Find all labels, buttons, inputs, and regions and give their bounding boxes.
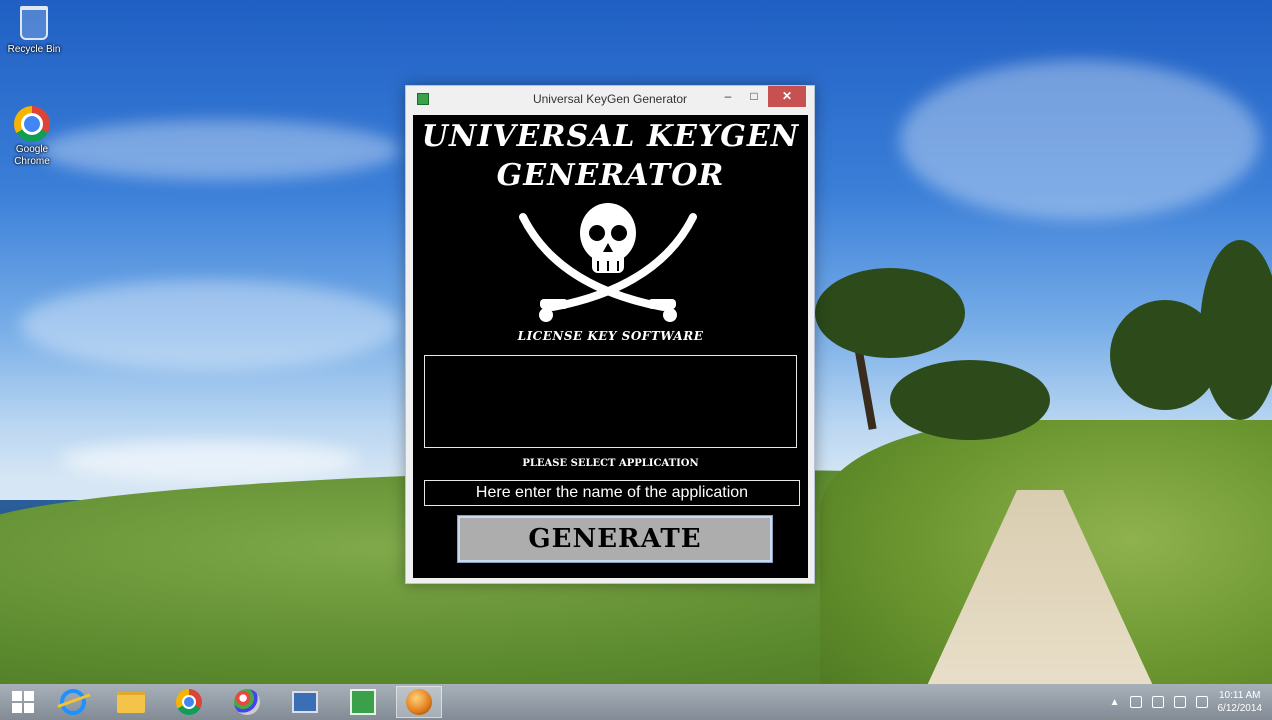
green-app-icon <box>350 689 376 715</box>
app-title-line1: UNIVERSAL KEYGEN <box>421 119 800 154</box>
desktop-icon-label: Google Chrome <box>14 144 50 167</box>
volume-icon[interactable] <box>1195 696 1208 708</box>
desktop-icon-chrome[interactable]: Google Chrome <box>0 106 64 168</box>
select-application-label: PLEASE SELECT APPLICATION <box>522 458 699 469</box>
app-title-line2: GENERATOR <box>496 158 725 193</box>
internet-explorer-icon <box>60 689 86 715</box>
cloud <box>900 60 1260 220</box>
desktop-icon-recycle-bin[interactable]: Recycle Bin <box>2 6 66 56</box>
system-tray: ▲ 10:11 AM 6/12/2014 <box>1110 686 1262 718</box>
chrome-icon <box>176 689 202 715</box>
taskbar: ▲ 10:11 AM 6/12/2014 <box>0 684 1272 720</box>
chrome-icon <box>14 106 50 142</box>
network-icon <box>292 691 318 713</box>
application-name-input[interactable] <box>424 480 800 506</box>
keygen-window: Universal KeyGen Generator – □ ✕ UNIVERS… <box>405 85 815 584</box>
start-icon <box>12 691 34 713</box>
chevron-up-icon[interactable]: ▲ <box>1110 697 1120 708</box>
file-explorer-icon <box>117 691 145 713</box>
desktop-icon-label: Recycle Bin <box>7 44 61 55</box>
network-tray-icon[interactable] <box>1173 696 1186 708</box>
skull-crossed-swords-icon <box>519 203 697 322</box>
close-button[interactable]: ✕ <box>768 86 806 107</box>
start-button[interactable] <box>0 686 46 718</box>
flag-icon[interactable] <box>1151 696 1164 708</box>
taskbar-keygen-app[interactable] <box>396 686 442 718</box>
taskbar-internet-explorer[interactable] <box>50 686 96 718</box>
cloud <box>40 120 400 180</box>
minimize-button[interactable]: – <box>718 86 738 107</box>
app-client-area: UNIVERSAL KEYGEN GENERATOR LICENSE KEY S… <box>413 115 808 578</box>
taskbar-chrome[interactable] <box>166 686 212 718</box>
clock-date: 6/12/2014 <box>1217 703 1263 714</box>
key-output-box[interactable] <box>424 355 797 448</box>
taskbar-green-app[interactable] <box>340 686 386 718</box>
cloud <box>60 440 360 480</box>
tree <box>890 360 1050 440</box>
recycle-bin-icon <box>20 6 48 40</box>
taskbar-network[interactable] <box>282 686 328 718</box>
clock-time: 10:11 AM <box>1218 690 1261 701</box>
taskbar-paint[interactable] <box>224 686 270 718</box>
maximize-button[interactable]: □ <box>744 86 764 107</box>
battery-icon[interactable] <box>1129 696 1142 708</box>
title-bar[interactable]: Universal KeyGen Generator – □ ✕ <box>406 86 814 112</box>
cloud <box>20 280 400 370</box>
generate-button[interactable]: GENERATE <box>457 515 773 563</box>
clock[interactable]: 10:11 AM 6/12/2014 <box>1218 689 1263 715</box>
keygen-app-icon <box>406 689 432 715</box>
tree <box>1200 240 1272 420</box>
taskbar-file-explorer[interactable] <box>108 686 154 718</box>
paint-icon <box>234 689 260 715</box>
subtitle: LICENSE KEY SOFTWARE <box>517 329 704 343</box>
tree <box>815 268 965 358</box>
